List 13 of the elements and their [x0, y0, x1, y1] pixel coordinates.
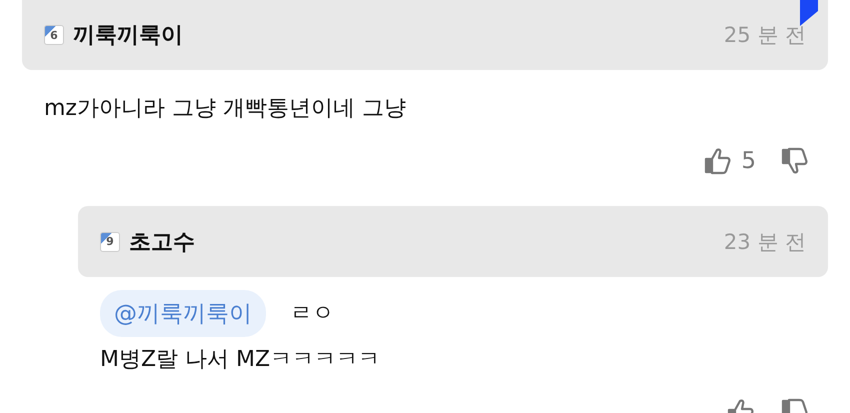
- mention-tag[interactable]: @끼룩끼룩이: [100, 290, 266, 337]
- author-name[interactable]: 초고수: [129, 226, 195, 256]
- author-name[interactable]: 끼룩끼룩이: [73, 20, 183, 50]
- comment-text: ㄹㅇ: [290, 300, 334, 328]
- dislike-button[interactable]: [780, 146, 810, 176]
- comment-text: mz가아니라 그냥 개빡통년이네 그냥: [44, 95, 407, 123]
- level-badge: 6: [44, 25, 64, 45]
- post-time: 23 분 전: [724, 228, 806, 256]
- comment-text: M병Z랄 나서 MZㅋㅋㅋㅋㅋ: [100, 346, 382, 374]
- like-button[interactable]: 5: [703, 146, 756, 176]
- level-badge: 9: [100, 232, 120, 252]
- bookmark-icon[interactable]: [800, 0, 818, 26]
- post-time: 25 분 전: [724, 22, 806, 49]
